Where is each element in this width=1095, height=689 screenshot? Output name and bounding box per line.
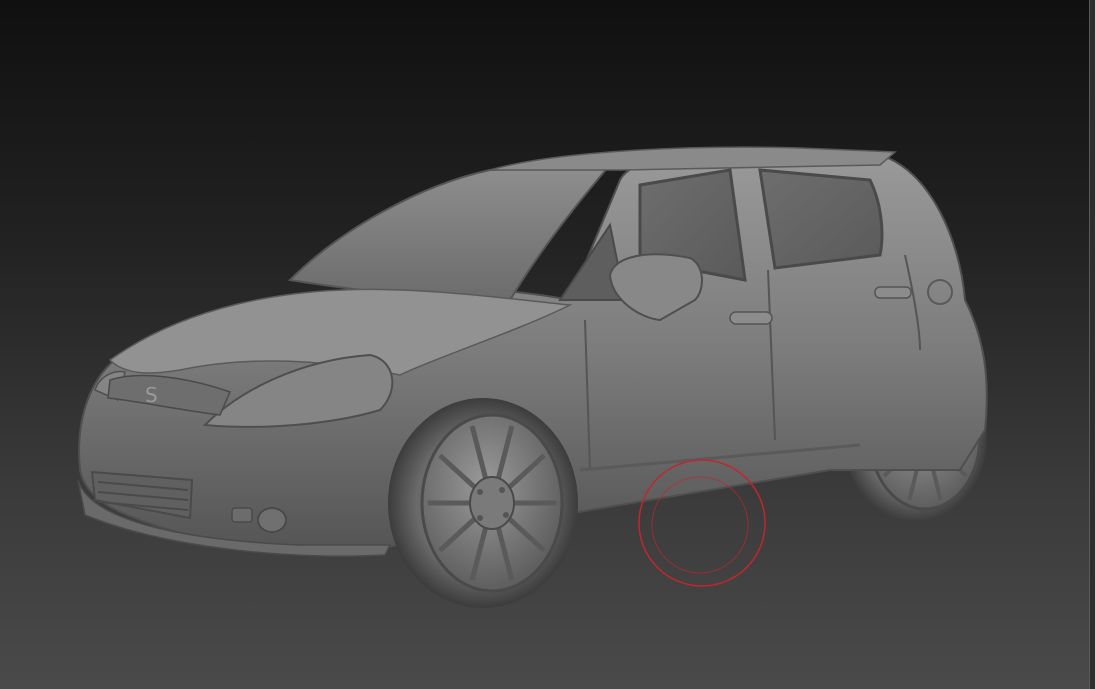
windshield [287,163,613,302]
front-wheel [388,398,578,608]
logo-badge: S [145,383,158,407]
roof [489,146,897,171]
3d-viewport[interactable]: S [0,0,1095,689]
rear-window [758,168,884,270]
viewport-scroll-edge [1089,0,1095,689]
car-model[interactable]: S [0,0,1095,689]
